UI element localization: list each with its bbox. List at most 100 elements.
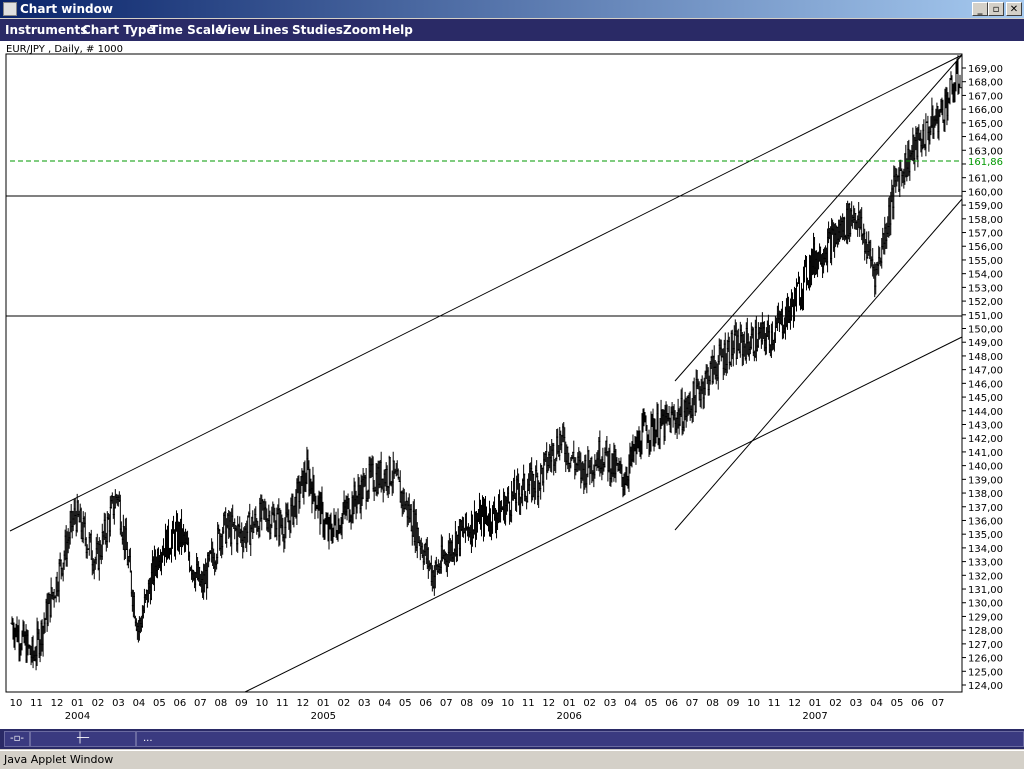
- month-tick-label: 06: [665, 698, 678, 709]
- month-tick-label: 11: [276, 698, 289, 709]
- price-tick-label: 125,00: [968, 667, 1003, 678]
- price-tick-label: 154,00: [968, 270, 1003, 281]
- title-bar: Chart window _ ▫ ✕: [0, 0, 1024, 18]
- year-label: 2005: [311, 711, 336, 722]
- crosshair-tool-button[interactable]: ┼─: [30, 731, 136, 747]
- price-tick-label: 153,00: [968, 283, 1003, 294]
- menu-lines[interactable]: Lines: [253, 23, 289, 37]
- price-tick-label: 135,00: [968, 530, 1003, 541]
- month-tick-label: 02: [583, 698, 596, 709]
- current-price-label: 161,86: [968, 157, 1003, 168]
- chart-area[interactable]: EUR/JPY , Daily, # 1000 169,00 168,00 167,…: [0, 41, 1024, 729]
- price-tick-label: 151,00: [968, 311, 1003, 322]
- month-tick-label: 12: [51, 698, 64, 709]
- price-tick-label: 166,00: [968, 105, 1003, 116]
- month-tick-label: 10: [501, 698, 514, 709]
- price-tick-label: 140,00: [968, 462, 1003, 473]
- year-label: 2004: [65, 711, 90, 722]
- menu-instruments[interactable]: Instruments: [5, 23, 87, 37]
- price-tick-label: 127,00: [968, 640, 1003, 651]
- price-tick-label: 144,00: [968, 407, 1003, 418]
- chart-header: EUR/JPY , Daily, # 1000: [6, 44, 123, 55]
- price-chart[interactable]: EUR/JPY , Daily, # 1000 169,00 168,00 167,…: [0, 41, 1024, 729]
- month-tick-label: 08: [706, 698, 719, 709]
- month-tick-label: 07: [686, 698, 699, 709]
- menu-chart-type[interactable]: Chart Type: [82, 23, 155, 37]
- month-tick-label: 05: [399, 698, 412, 709]
- price-tick-label: 148,00: [968, 352, 1003, 363]
- price-tick-label: 157,00: [968, 229, 1003, 240]
- menu-view[interactable]: View: [218, 23, 250, 37]
- applet-status-bar: Java Applet Window: [0, 750, 1024, 769]
- month-tick-label: 04: [870, 698, 883, 709]
- month-tick-label: 07: [440, 698, 453, 709]
- menu-bar: Instruments Chart Type Time Scale View L…: [0, 19, 1024, 41]
- menu-studies[interactable]: Studies: [292, 23, 343, 37]
- month-tick-label: 12: [788, 698, 801, 709]
- price-tick-label: 133,00: [968, 558, 1003, 569]
- price-tick-label: 146,00: [968, 379, 1003, 390]
- price-tick-label: 159,00: [968, 201, 1003, 212]
- menu-help[interactable]: Help: [382, 23, 413, 37]
- month-tick-label: 01: [71, 698, 84, 709]
- menu-time-scale[interactable]: Time Scale: [150, 23, 223, 37]
- month-tick-label: 04: [133, 698, 146, 709]
- price-tick-label: 128,00: [968, 626, 1003, 637]
- month-tick-label: 03: [604, 698, 617, 709]
- maximize-button[interactable]: ▫: [988, 2, 1004, 16]
- month-tick-label: 03: [850, 698, 863, 709]
- month-tick-label: 08: [460, 698, 473, 709]
- close-button[interactable]: ✕: [1006, 2, 1022, 16]
- month-tick-label: 12: [296, 698, 309, 709]
- time-axis: 10 11 12 01 02 03 04 05 06 07 08 09 10 11 12 01 02 03 04 05…: [10, 698, 945, 722]
- window-title: Chart window: [20, 2, 113, 16]
- price-tick-label: 139,00: [968, 475, 1003, 486]
- price-tick-label: 132,00: [968, 571, 1003, 582]
- price-tick-label: 152,00: [968, 297, 1003, 308]
- month-tick-label: 09: [727, 698, 740, 709]
- year-label: 2006: [556, 711, 581, 722]
- price-tick-label: 150,00: [968, 325, 1003, 336]
- applet-status-text: Java Applet Window: [4, 753, 114, 766]
- price-tick-label: 165,00: [968, 119, 1003, 130]
- month-tick-label: 10: [747, 698, 760, 709]
- chart-toolbar: -▫- ┼─ ...: [0, 729, 1024, 749]
- month-tick-label: 12: [542, 698, 555, 709]
- month-tick-label: 01: [317, 698, 330, 709]
- pan-tool-button[interactable]: -▫-: [4, 731, 30, 747]
- month-tick-label: 07: [932, 698, 945, 709]
- month-tick-label: 07: [194, 698, 207, 709]
- price-tick-label: 156,00: [968, 242, 1003, 253]
- menu-zoom[interactable]: Zoom: [343, 23, 381, 37]
- price-tick-label: 136,00: [968, 516, 1003, 527]
- price-tick-label: 147,00: [968, 366, 1003, 377]
- price-tick-label: 160,00: [968, 187, 1003, 198]
- month-tick-label: 06: [174, 698, 187, 709]
- price-tick-label: 134,00: [968, 544, 1003, 555]
- price-tick-label: 169,00: [968, 64, 1003, 75]
- month-tick-label: 05: [645, 698, 658, 709]
- price-tick-label: 131,00: [968, 585, 1003, 596]
- price-tick-label: 143,00: [968, 420, 1003, 431]
- price-tick-label: 126,00: [968, 654, 1003, 665]
- month-tick-label: 03: [358, 698, 371, 709]
- price-tick-label: 149,00: [968, 338, 1003, 349]
- year-label: 2007: [802, 711, 827, 722]
- minimize-button[interactable]: _: [972, 2, 988, 16]
- month-tick-label: 04: [624, 698, 637, 709]
- month-tick-label: 10: [255, 698, 268, 709]
- month-tick-label: 01: [563, 698, 576, 709]
- price-tick-label: 167,00: [968, 91, 1003, 102]
- month-tick-label: 02: [829, 698, 842, 709]
- month-tick-label: 02: [92, 698, 105, 709]
- price-tick-label: 129,00: [968, 612, 1003, 623]
- month-tick-label: 09: [481, 698, 494, 709]
- month-tick-label: 10: [10, 698, 23, 709]
- price-tick-label: 161,00: [968, 174, 1003, 185]
- month-tick-label: 11: [768, 698, 781, 709]
- month-tick-label: 06: [419, 698, 432, 709]
- month-tick-label: 09: [235, 698, 248, 709]
- java-cup-icon: [3, 2, 17, 16]
- month-tick-label: 04: [378, 698, 391, 709]
- month-tick-label: 08: [215, 698, 228, 709]
